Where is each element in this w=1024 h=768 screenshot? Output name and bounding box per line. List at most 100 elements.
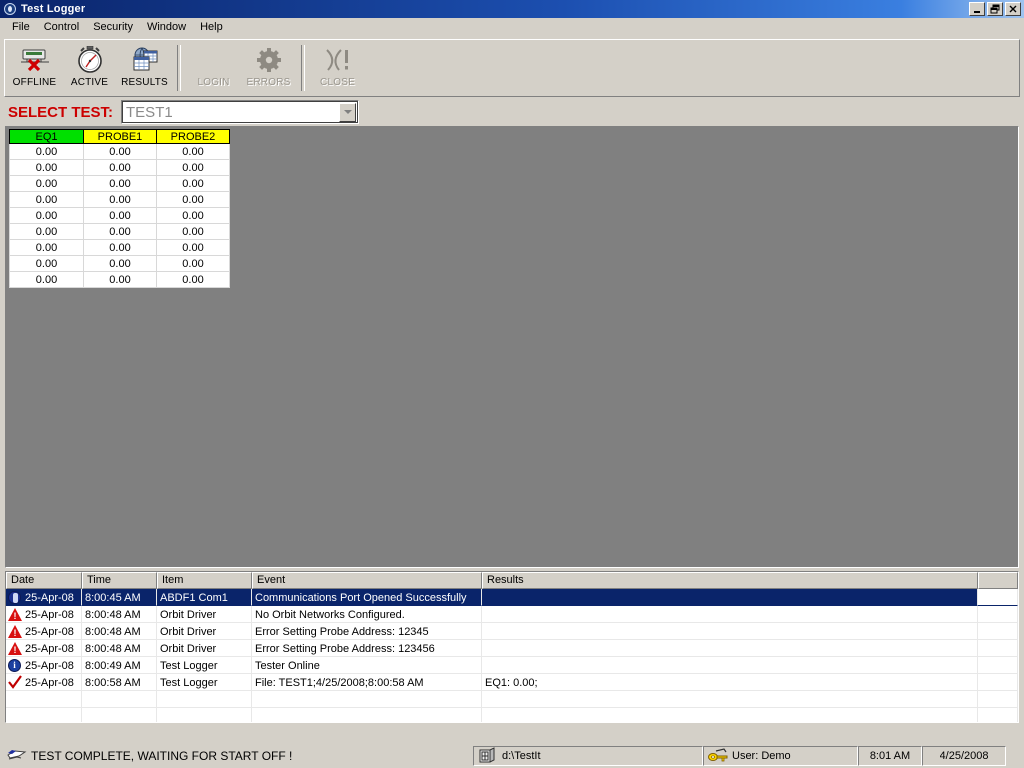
menu-security[interactable]: Security <box>86 19 140 35</box>
log-cell-results[interactable] <box>482 640 978 657</box>
cell-eq1[interactable]: 0.00 <box>10 272 84 288</box>
log-cell-item[interactable]: Orbit Driver <box>157 640 252 657</box>
log-column-results[interactable]: Results <box>482 572 978 589</box>
log-cell-spacer[interactable] <box>978 589 1018 606</box>
log-row[interactable]: 25-Apr-08 8:00:49 AM Test Logger Tester … <box>6 657 1018 674</box>
log-column-time[interactable]: Time <box>82 572 157 589</box>
log-cell-time[interactable]: 8:00:45 AM <box>82 589 157 606</box>
log-cell-date[interactable]: 25-Apr-08 <box>6 657 82 674</box>
cell-probe2[interactable]: 0.00 <box>157 240 230 256</box>
log-cell-item[interactable]: ABDF1 Com1 <box>157 589 252 606</box>
log-row[interactable] <box>6 691 1018 708</box>
log-cell-event[interactable]: No Orbit Networks Configured. <box>252 606 482 623</box>
toolbar-button-errors[interactable]: ERRORS <box>241 42 296 94</box>
log-column-spacer[interactable] <box>978 572 1018 589</box>
table-row[interactable]: 0.00 0.00 0.00 <box>10 176 230 192</box>
table-row[interactable]: 0.00 0.00 0.00 <box>10 240 230 256</box>
cell-probe1[interactable]: 0.00 <box>84 176 157 192</box>
log-cell-item[interactable]: Orbit Driver <box>157 623 252 640</box>
log-cell-date[interactable] <box>6 691 82 708</box>
cell-probe2[interactable]: 0.00 <box>157 192 230 208</box>
log-cell-event[interactable]: Tester Online <box>252 657 482 674</box>
log-row[interactable]: 25-Apr-08 8:00:58 AM Test Logger File: T… <box>6 674 1018 691</box>
cell-eq1[interactable]: 0.00 <box>10 176 84 192</box>
log-column-item[interactable]: Item <box>157 572 252 589</box>
log-cell-time[interactable]: 8:00:48 AM <box>82 606 157 623</box>
log-cell-date[interactable]: 25-Apr-08 <box>6 674 82 691</box>
log-cell-date[interactable] <box>6 708 82 723</box>
log-cell-event[interactable]: File: TEST1;4/25/2008;8:00:58 AM <box>252 674 482 691</box>
toolbar-button-results[interactable]: RESULTS <box>117 42 172 94</box>
cell-probe1[interactable]: 0.00 <box>84 208 157 224</box>
toolbar-button-offline[interactable]: OFFLINE <box>7 42 62 94</box>
chevron-down-icon[interactable] <box>339 103 356 122</box>
cell-eq1[interactable]: 0.00 <box>10 144 84 160</box>
close-button[interactable] <box>1005 2 1021 16</box>
log-cell-spacer[interactable] <box>978 606 1018 623</box>
cell-eq1[interactable]: 0.00 <box>10 224 84 240</box>
column-header-eq1[interactable]: EQ1 <box>10 130 84 144</box>
table-row[interactable]: 0.00 0.00 0.00 <box>10 160 230 176</box>
cell-probe1[interactable]: 0.00 <box>84 192 157 208</box>
table-row[interactable]: 0.00 0.00 0.00 <box>10 272 230 288</box>
log-row[interactable]: 25-Apr-08 8:00:48 AM Orbit Driver Error … <box>6 623 1018 640</box>
cell-probe1[interactable]: 0.00 <box>84 224 157 240</box>
log-cell-item[interactable] <box>157 708 252 723</box>
log-cell-time[interactable]: 8:00:58 AM <box>82 674 157 691</box>
table-row[interactable]: 0.00 0.00 0.00 <box>10 224 230 240</box>
table-row[interactable]: 0.00 0.00 0.00 <box>10 256 230 272</box>
log-cell-time[interactable] <box>82 691 157 708</box>
cell-probe1[interactable]: 0.00 <box>84 240 157 256</box>
cell-eq1[interactable]: 0.00 <box>10 160 84 176</box>
cell-eq1[interactable]: 0.00 <box>10 208 84 224</box>
log-cell-results[interactable] <box>482 623 978 640</box>
cell-probe2[interactable]: 0.00 <box>157 144 230 160</box>
log-cell-results[interactable]: EQ1: 0.00; <box>482 674 978 691</box>
log-cell-date[interactable]: 25-Apr-08 <box>6 606 82 623</box>
table-row[interactable]: 0.00 0.00 0.00 <box>10 208 230 224</box>
cell-probe2[interactable]: 0.00 <box>157 176 230 192</box>
log-cell-time[interactable]: 8:00:48 AM <box>82 640 157 657</box>
log-cell-spacer[interactable] <box>978 640 1018 657</box>
log-row[interactable]: 25-Apr-08 8:00:45 AM ABDF1 Com1 Communic… <box>6 589 1018 606</box>
log-cell-item[interactable] <box>157 691 252 708</box>
log-cell-spacer[interactable] <box>978 691 1018 708</box>
log-cell-item[interactable]: Test Logger <box>157 657 252 674</box>
log-cell-date[interactable]: 25-Apr-08 <box>6 640 82 657</box>
table-row[interactable]: 0.00 0.00 0.00 <box>10 192 230 208</box>
cell-probe2[interactable]: 0.00 <box>157 272 230 288</box>
log-column-event[interactable]: Event <box>252 572 482 589</box>
log-cell-time[interactable]: 8:00:49 AM <box>82 657 157 674</box>
menu-control[interactable]: Control <box>37 19 86 35</box>
log-cell-date[interactable]: 25-Apr-08 <box>6 623 82 640</box>
menu-file[interactable]: File <box>5 19 37 35</box>
cell-probe1[interactable]: 0.00 <box>84 144 157 160</box>
cell-probe2[interactable]: 0.00 <box>157 224 230 240</box>
log-cell-results[interactable] <box>482 691 978 708</box>
cell-probe1[interactable]: 0.00 <box>84 160 157 176</box>
column-header-probe1[interactable]: PROBE1 <box>84 130 157 144</box>
column-header-probe2[interactable]: PROBE2 <box>157 130 230 144</box>
cell-probe2[interactable]: 0.00 <box>157 208 230 224</box>
cell-probe2[interactable]: 0.00 <box>157 256 230 272</box>
log-cell-event[interactable] <box>252 708 482 723</box>
log-cell-event[interactable] <box>252 691 482 708</box>
log-cell-item[interactable]: Orbit Driver <box>157 606 252 623</box>
cell-probe1[interactable]: 0.00 <box>84 272 157 288</box>
cell-eq1[interactable]: 0.00 <box>10 192 84 208</box>
toolbar-button-login[interactable]: LOGIN <box>186 42 241 94</box>
toolbar-button-active[interactable]: ACTIVE <box>62 42 117 94</box>
log-cell-results[interactable] <box>482 657 978 674</box>
toolbar-button-close[interactable]: CLOSE <box>310 42 365 94</box>
minimize-button[interactable] <box>969 2 985 16</box>
cell-eq1[interactable]: 0.00 <box>10 240 84 256</box>
menu-window[interactable]: Window <box>140 19 193 35</box>
log-cell-spacer[interactable] <box>978 657 1018 674</box>
cell-probe2[interactable]: 0.00 <box>157 160 230 176</box>
table-row[interactable]: 0.00 0.00 0.00 <box>10 144 230 160</box>
log-cell-date[interactable]: 25-Apr-08 <box>6 589 82 606</box>
log-cell-results[interactable] <box>482 606 978 623</box>
restore-button[interactable] <box>987 2 1003 16</box>
event-log-list[interactable]: Date Time Item Event Results 25-Apr-08 8… <box>5 571 1019 723</box>
log-row[interactable]: 25-Apr-08 8:00:48 AM Orbit Driver No Orb… <box>6 606 1018 623</box>
